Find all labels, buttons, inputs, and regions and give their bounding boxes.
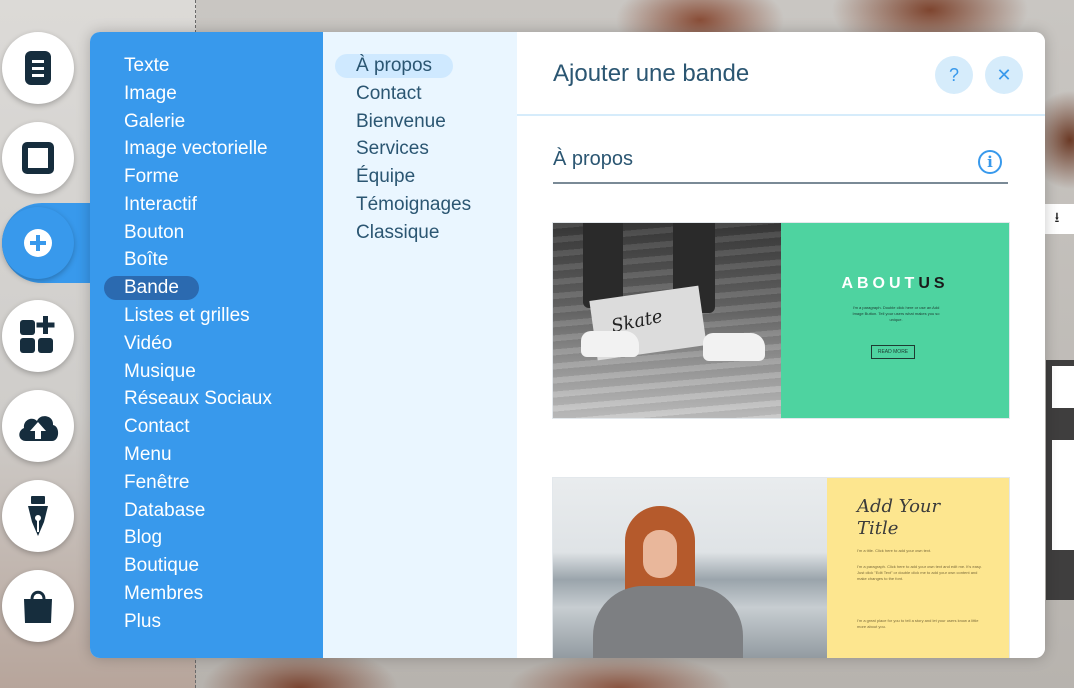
square-icon bbox=[22, 142, 54, 174]
header-divider bbox=[517, 114, 1045, 116]
subcategory-contact[interactable]: Contact bbox=[335, 82, 442, 106]
plus-circle-icon bbox=[24, 229, 52, 257]
subcategory-services[interactable]: Services bbox=[335, 137, 450, 161]
info-icon[interactable]: i bbox=[978, 150, 1002, 174]
photo-shoe bbox=[703, 333, 765, 361]
preset-add-your-title[interactable]: Add Your Title I'm a title. Click here t… bbox=[553, 478, 1009, 658]
category-image-vectorielle[interactable]: Image vectorielle bbox=[104, 137, 288, 161]
add-panel: Texte Image Galerie Image vectorielle Fo… bbox=[90, 32, 1045, 658]
subcategory-list: À propos Contact Bienvenue Services Équi… bbox=[323, 32, 517, 658]
preset-title: Add Your Title bbox=[857, 496, 941, 539]
close-icon: ✕ bbox=[996, 64, 1012, 85]
preset-paragraph: I'm a paragraph. Click here to add your … bbox=[857, 564, 982, 581]
design-button[interactable] bbox=[2, 480, 74, 552]
category-interactif[interactable]: Interactif bbox=[104, 193, 217, 217]
category-membres[interactable]: Membres bbox=[104, 582, 223, 606]
section-underline bbox=[553, 182, 1008, 184]
category-musique[interactable]: Musique bbox=[104, 360, 216, 384]
shopping-bag-icon bbox=[24, 590, 52, 623]
preset-photo-woman bbox=[553, 478, 827, 658]
preset-about-us[interactable]: Skate ABOUTUS I'm a paragraph. Double cl… bbox=[553, 223, 1009, 418]
preset-gallery: Ajouter une bande ? ✕ À propos i Skate A… bbox=[517, 32, 1045, 658]
preset-button: READ MORE bbox=[871, 345, 915, 359]
page-element-white-2 bbox=[1052, 440, 1074, 550]
pages-button[interactable] bbox=[2, 32, 74, 104]
category-image[interactable]: Image bbox=[104, 82, 197, 106]
pen-nib-icon bbox=[28, 496, 48, 536]
category-bouton[interactable]: Bouton bbox=[104, 221, 204, 245]
category-boite[interactable]: Boîte bbox=[104, 248, 188, 272]
category-database[interactable]: Database bbox=[104, 499, 225, 523]
section-title: À propos bbox=[553, 148, 634, 170]
subcategory-equipe[interactable]: Équipe bbox=[335, 165, 436, 189]
category-boutique[interactable]: Boutique bbox=[104, 554, 219, 578]
category-video[interactable]: Vidéo bbox=[104, 332, 192, 356]
subcategory-bienvenue[interactable]: Bienvenue bbox=[335, 110, 467, 134]
category-menu[interactable]: Menu bbox=[104, 443, 192, 467]
subcategory-a-propos[interactable]: À propos bbox=[335, 54, 454, 78]
category-list: Texte Image Galerie Image vectorielle Fo… bbox=[90, 32, 323, 658]
preset-text-panel: Add Your Title I'm a title. Click here t… bbox=[827, 478, 1009, 658]
cloud-upload-icon bbox=[19, 416, 59, 441]
preset-paragraph-2: I'm a great place for you to tell a stor… bbox=[857, 618, 979, 629]
category-contact[interactable]: Contact bbox=[104, 415, 209, 439]
photo-face bbox=[643, 530, 677, 578]
add-button[interactable] bbox=[2, 207, 74, 279]
category-plus[interactable]: Plus bbox=[104, 610, 181, 634]
photo-leg bbox=[583, 223, 623, 308]
preset-paragraph: I'm a paragraph. Double click here or us… bbox=[852, 305, 940, 322]
question-mark-icon: ? bbox=[948, 64, 959, 85]
apps-icon bbox=[20, 316, 55, 353]
photo-shoe bbox=[581, 331, 639, 357]
subcategory-classique[interactable]: Classique bbox=[335, 221, 460, 245]
help-button[interactable]: ? bbox=[935, 56, 973, 94]
category-blog[interactable]: Blog bbox=[104, 526, 182, 550]
preset-heading: ABOUTUS bbox=[841, 275, 949, 292]
category-bande[interactable]: Bande bbox=[104, 276, 199, 300]
category-fenetre[interactable]: Fenêtre bbox=[104, 471, 209, 495]
preset-text-panel: ABOUTUS I'm a paragraph. Double click he… bbox=[781, 223, 1009, 418]
page-icon bbox=[25, 51, 51, 85]
category-reseaux-sociaux[interactable]: Réseaux Sociaux bbox=[104, 387, 292, 411]
preset-photo-skateboard: Skate bbox=[553, 223, 781, 418]
download-icon[interactable]: ⭳ bbox=[1040, 204, 1074, 234]
background-button[interactable] bbox=[2, 122, 74, 194]
panel-title: Ajouter une bande bbox=[553, 60, 750, 87]
subcategory-temoignages[interactable]: Témoignages bbox=[335, 193, 492, 217]
app-market-button[interactable] bbox=[2, 300, 74, 372]
preset-intro: I'm a title. Click here to add your own … bbox=[857, 548, 932, 553]
close-button[interactable]: ✕ bbox=[985, 56, 1023, 94]
upload-button[interactable] bbox=[2, 390, 74, 462]
store-button[interactable] bbox=[2, 570, 74, 642]
category-forme[interactable]: Forme bbox=[104, 165, 199, 189]
photo-coat bbox=[593, 586, 743, 658]
category-galerie[interactable]: Galerie bbox=[104, 110, 205, 134]
category-texte[interactable]: Texte bbox=[104, 54, 189, 78]
category-listes-et-grilles[interactable]: Listes et grilles bbox=[104, 304, 270, 328]
page-element-white bbox=[1052, 366, 1074, 408]
